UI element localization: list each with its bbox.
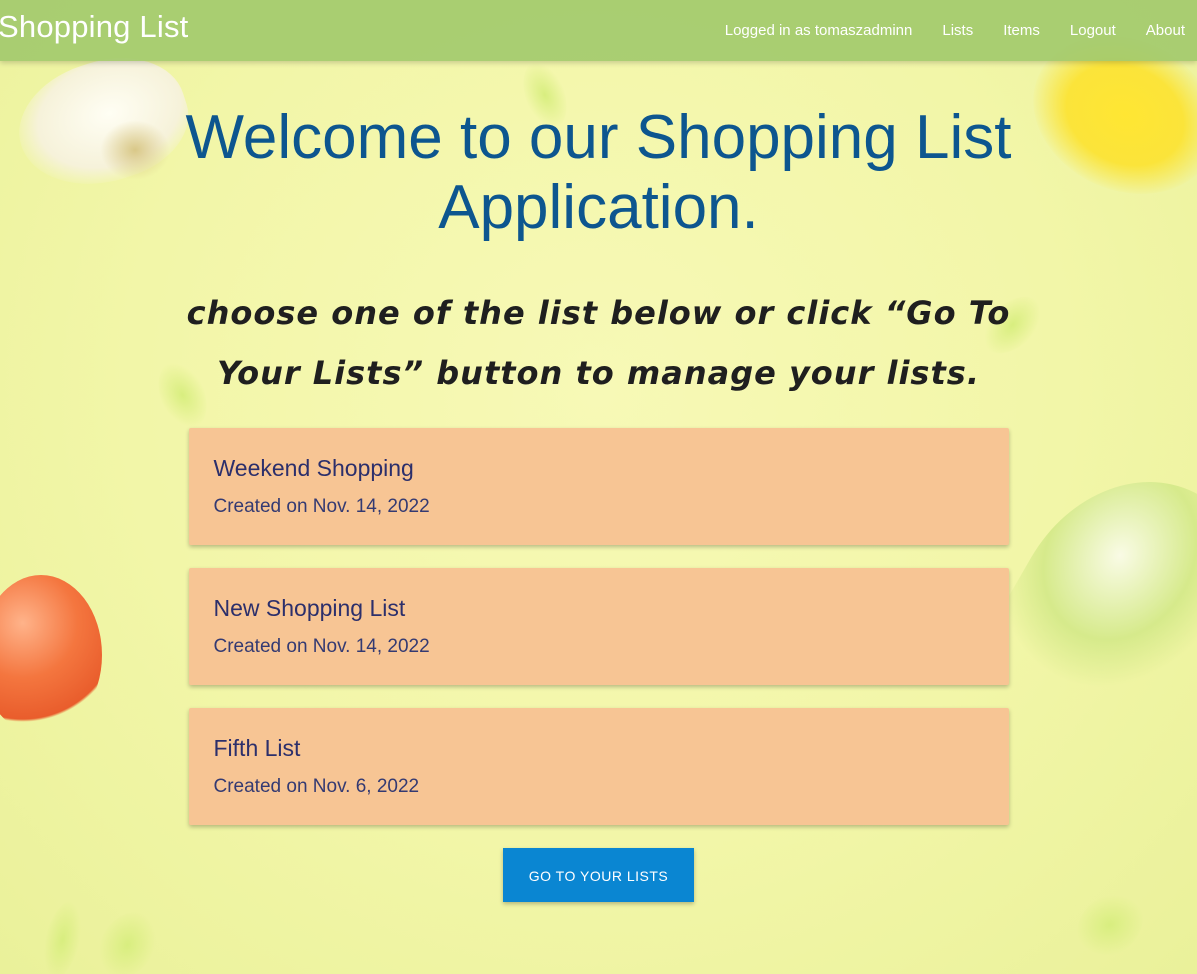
leaf-decoration <box>89 902 166 974</box>
list-title: Fifth List <box>213 735 301 761</box>
list-created-date: Created on Nov. 14, 2022 <box>213 636 430 657</box>
list-card[interactable]: Weekend Shopping Created on Nov. 14, 202… <box>188 428 1009 545</box>
list-created-date: Created on Nov. 14, 2022 <box>213 496 430 517</box>
list-card[interactable]: New Shopping List Created on Nov. 14, 20… <box>188 568 1009 685</box>
leaf-decoration <box>38 897 87 974</box>
main-content: Welcome to our Shopping List Application… <box>0 61 1197 902</box>
page-title: Welcome to our Shopping List Application… <box>185 103 1012 242</box>
page-subtitle: choose one of the list below or click “G… <box>186 294 1011 392</box>
nav-links: Logged in as tomaszadminn Lists Items Lo… <box>725 0 1185 61</box>
nav-link-logout[interactable]: Logout <box>1070 22 1116 39</box>
nav-link-about[interactable]: About <box>1146 22 1185 39</box>
list-card[interactable]: Fifth List Created on Nov. 6, 2022 <box>188 708 1009 825</box>
shopping-lists: Weekend Shopping Created on Nov. 14, 202… <box>188 428 1009 825</box>
list-title: New Shopping List <box>213 595 406 621</box>
go-to-your-lists-button[interactable]: GO TO YOUR LISTS <box>503 848 694 902</box>
nav-link-items[interactable]: Items <box>1003 22 1040 39</box>
navbar: Shopping List Logged in as tomaszadminn … <box>0 0 1197 61</box>
nav-link-lists[interactable]: Lists <box>942 22 973 39</box>
list-created-date: Created on Nov. 6, 2022 <box>213 776 420 797</box>
button-container: GO TO YOUR LISTS <box>0 848 1197 902</box>
list-title: Weekend Shopping <box>213 455 414 481</box>
logged-in-status: Logged in as tomaszadminn <box>724 22 913 39</box>
brand-link[interactable]: Shopping List <box>0 9 188 45</box>
